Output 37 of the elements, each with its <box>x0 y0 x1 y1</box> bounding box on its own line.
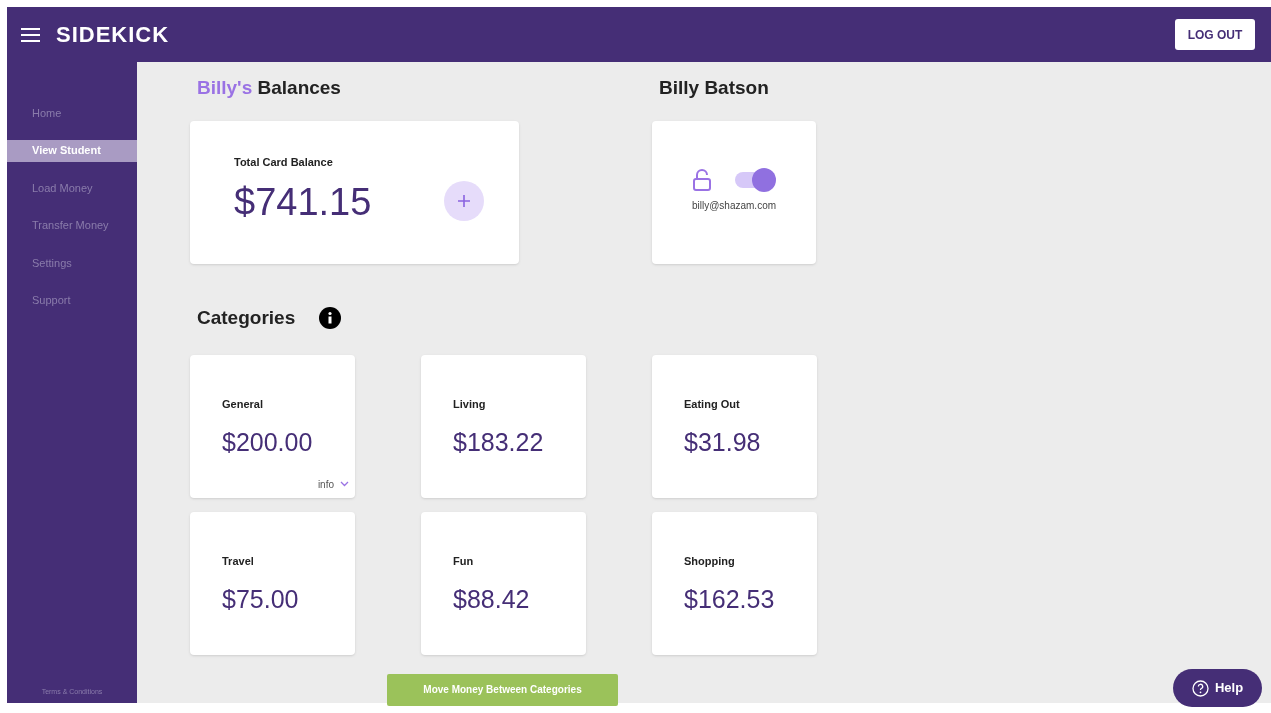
add-button[interactable] <box>444 180 484 221</box>
info-toggle[interactable]: info <box>317 476 349 492</box>
nav-item[interactable]: Home <box>7 102 137 124</box>
balance-amount: $741.15 <box>234 180 373 226</box>
card-toggle[interactable] <box>734 168 776 192</box>
help-button[interactable]: Help <box>1173 669 1262 707</box>
nav-item[interactable]: Load Money <box>7 177 137 199</box>
plus-icon <box>457 193 471 208</box>
category-amount: $31.98 <box>684 427 762 458</box>
category-name: Shopping <box>684 553 736 569</box>
student-name: Billy Batson <box>659 76 770 96</box>
nav-item[interactable]: Support <box>7 289 137 312</box>
nav-item[interactable]: View Student <box>7 139 137 162</box>
unlocked-padlock-icon[interactable] <box>692 169 712 191</box>
category-name: Travel <box>222 553 255 569</box>
category-name: Living <box>453 396 487 412</box>
app-logo: SIDEKICK <box>56 21 170 49</box>
move-money-button[interactable]: Move Money Between Categories <box>387 673 618 706</box>
category-amount: $162.53 <box>684 584 776 615</box>
category-amount: $75.00 <box>222 584 300 615</box>
category-name: Fun <box>453 553 475 569</box>
menu-icon[interactable] <box>21 27 40 42</box>
question-icon <box>1191 679 1209 697</box>
categories-heading: Categories <box>197 306 296 330</box>
category-amount: $88.42 <box>453 584 531 615</box>
category-amount: $183.22 <box>453 427 545 458</box>
nav-item[interactable]: Settings <box>7 252 137 274</box>
nav-item[interactable]: Transfer Money <box>7 214 137 237</box>
category-name: Eating Out <box>684 396 741 412</box>
info-icon[interactable] <box>319 307 342 330</box>
card-label: Total Card Balance <box>234 154 334 170</box>
chevron-down-icon <box>340 481 349 487</box>
student-email: billy@shazam.com <box>691 199 777 213</box>
category-name: General <box>222 396 264 412</box>
category-amount: $200.00 <box>222 427 314 458</box>
logout-button[interactable]: LOG OUT <box>1175 19 1255 50</box>
balances-heading: Billy's Balances <box>197 76 342 96</box>
